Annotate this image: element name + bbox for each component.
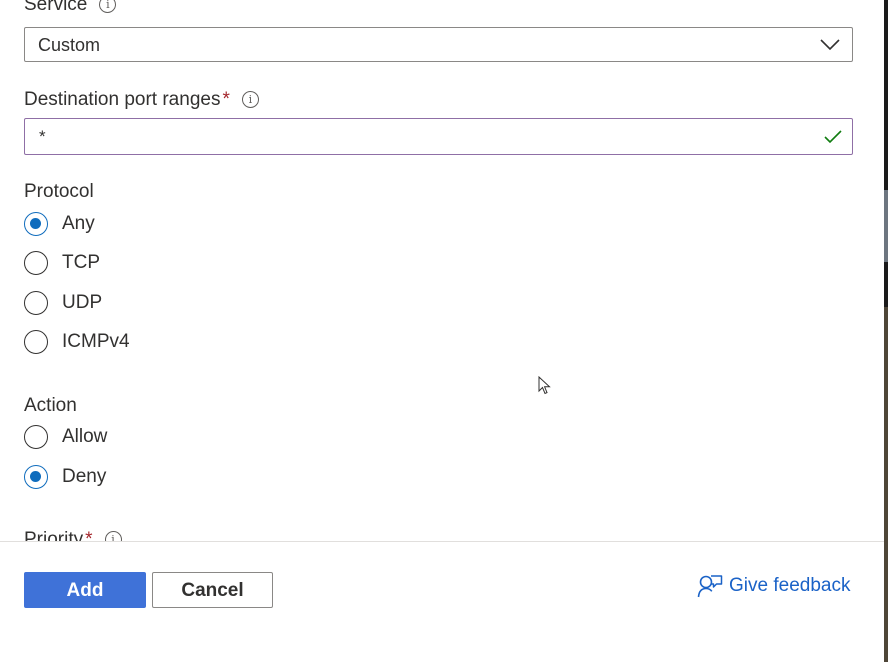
destination-port-ranges-field[interactable] — [24, 118, 853, 155]
protocol-option-label: Any — [62, 213, 95, 234]
mouse-pointer-icon — [538, 376, 551, 395]
radio-button[interactable] — [24, 330, 48, 354]
action-option-label: Allow — [62, 426, 108, 447]
protocol-option-udp[interactable]: UDP — [24, 288, 102, 318]
window-edge — [884, 190, 888, 262]
feedback-icon — [697, 575, 723, 598]
info-icon[interactable]: i — [104, 531, 122, 541]
info-icon[interactable]: i — [241, 91, 259, 108]
destination-port-ranges-input[interactable] — [37, 125, 801, 149]
protocol-option-icmpv4[interactable]: ICMPv4 — [24, 327, 130, 357]
add-button[interactable]: Add — [24, 572, 146, 608]
protocol-option-label: UDP — [62, 292, 103, 313]
service-dropdown[interactable]: Custom — [24, 27, 853, 62]
destination-port-ranges-label-row: Destination port ranges * i — [24, 89, 259, 111]
info-icon[interactable]: i — [99, 0, 117, 13]
action-option-allow[interactable]: Allow — [24, 422, 107, 452]
footer-divider — [0, 541, 884, 542]
required-indicator: * — [85, 529, 93, 541]
service-label: Service — [24, 0, 88, 15]
window-edge — [884, 0, 888, 190]
priority-label: Priority — [24, 529, 84, 541]
form-scroll-area[interactable]: Service i Custom Destination port ranges *… — [0, 0, 884, 541]
chevron-down-icon — [820, 39, 840, 51]
radio-button[interactable] — [24, 251, 48, 275]
window-edge — [884, 262, 888, 307]
give-feedback-link[interactable]: Give feedback — [697, 574, 850, 598]
radio-button[interactable] — [24, 291, 48, 315]
radio-button-checked[interactable] — [24, 465, 48, 489]
cancel-button[interactable]: Cancel — [152, 572, 273, 608]
destination-port-ranges-label: Destination port ranges — [24, 89, 221, 110]
required-indicator: * — [222, 89, 230, 110]
protocol-option-label: TCP — [62, 252, 100, 273]
protocol-label: Protocol — [24, 181, 94, 202]
service-dropdown-value: Custom — [38, 35, 101, 55]
action-label: Action — [24, 395, 77, 416]
radio-button[interactable] — [24, 425, 48, 449]
protocol-option-tcp[interactable]: TCP — [24, 248, 100, 278]
checkmark-icon — [824, 130, 842, 144]
priority-label-row: Priority * i — [24, 529, 122, 541]
window-edge — [884, 307, 888, 662]
radio-button-checked[interactable] — [24, 212, 48, 236]
protocol-option-any[interactable]: Any — [24, 209, 95, 239]
service-label-row: Service i — [24, 0, 117, 16]
action-option-deny[interactable]: Deny — [24, 462, 106, 492]
protocol-option-label: ICMPv4 — [62, 331, 130, 352]
give-feedback-label: Give feedback — [729, 575, 851, 596]
action-option-label: Deny — [62, 466, 107, 487]
